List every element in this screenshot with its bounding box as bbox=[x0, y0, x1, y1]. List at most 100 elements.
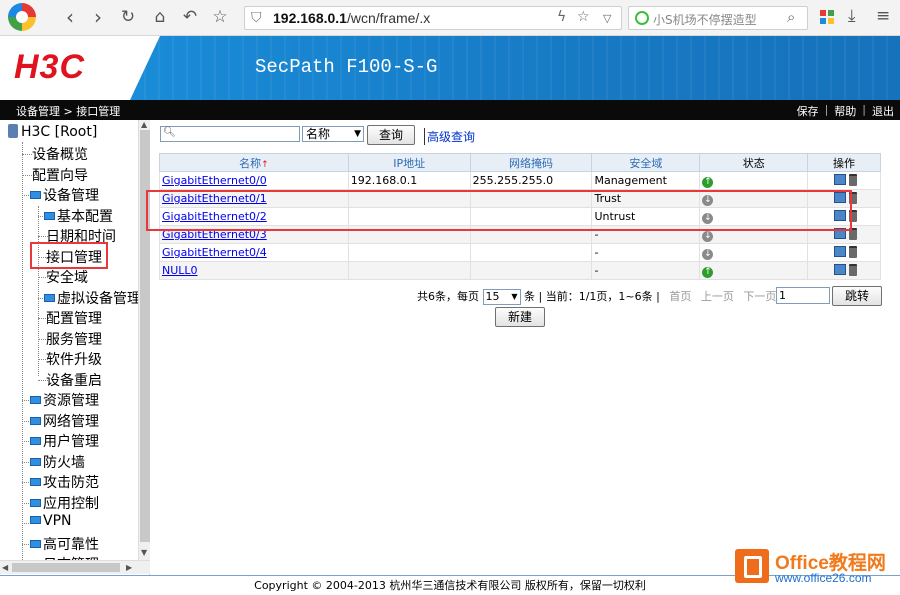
lightning-icon[interactable]: ϟ bbox=[557, 9, 566, 25]
interface-link[interactable]: GigabitEthernet0/4 bbox=[162, 246, 267, 259]
cell-actions bbox=[807, 261, 881, 280]
sidebar-item-14[interactable]: 用户管理 bbox=[30, 431, 99, 451]
help-link[interactable]: 帮助 bbox=[834, 103, 856, 119]
table-row: GigabitEthernet0/0 192.168.0.1 255.255.255… bbox=[159, 171, 881, 190]
sidebar-item-15[interactable]: 防火墙 bbox=[30, 452, 85, 472]
interface-link[interactable]: NULL0 bbox=[162, 264, 198, 277]
dropdown-icon[interactable]: ▽ bbox=[603, 12, 611, 25]
app-header: H3C SecPath F100-S-G bbox=[0, 36, 900, 100]
sidebar-item-13[interactable]: 网络管理 bbox=[30, 411, 99, 431]
column-header-name[interactable]: 名称↑ bbox=[159, 153, 349, 172]
sidebar-item-8[interactable]: 配置管理 bbox=[46, 308, 102, 328]
header-banner bbox=[130, 36, 900, 100]
edit-icon[interactable] bbox=[833, 174, 846, 185]
folder-icon bbox=[44, 293, 55, 302]
folder-icon bbox=[30, 516, 41, 524]
back-icon[interactable]: ‹ bbox=[58, 6, 82, 30]
edit-icon[interactable] bbox=[833, 246, 846, 257]
sidebar-item-12[interactable]: 资源管理 bbox=[30, 390, 99, 410]
sidebar-item-16[interactable]: 攻击防范 bbox=[30, 472, 99, 492]
sort-up-icon: ↑ bbox=[261, 159, 269, 170]
column-header-ip[interactable]: IP地址 bbox=[347, 153, 471, 172]
chevron-down-icon: ▼ bbox=[354, 129, 361, 139]
browser-search-input[interactable]: 小S机场不停摆造型 ⌕ bbox=[628, 6, 808, 30]
tree-root[interactable]: H3C [Root] bbox=[8, 124, 97, 140]
sidebar-item-9[interactable]: 服务管理 bbox=[46, 329, 102, 349]
highlight-box-rows bbox=[146, 190, 852, 231]
cell-mask bbox=[469, 243, 593, 262]
cell-mask: 255.255.255.0 bbox=[469, 171, 593, 190]
sidebar-item-11[interactable]: 设备重启 bbox=[46, 370, 102, 390]
prev-page-link[interactable]: 上一页 bbox=[701, 290, 734, 303]
edit-icon[interactable] bbox=[833, 264, 846, 275]
next-page-link[interactable]: 下一页 bbox=[743, 290, 776, 303]
cell-status: ↑ bbox=[699, 171, 809, 190]
new-button[interactable]: 新建 bbox=[495, 307, 545, 327]
sidebar-item-0[interactable]: 设备概览 bbox=[32, 144, 88, 164]
scroll-thumb[interactable] bbox=[12, 563, 120, 572]
jump-button[interactable]: 跳转 bbox=[832, 286, 882, 306]
sidebar-item-1[interactable]: 配置向导 bbox=[32, 165, 88, 185]
sidebar-item-label: 网络管理 bbox=[43, 413, 99, 430]
interface-link[interactable]: GigabitEthernet0/0 bbox=[162, 174, 267, 187]
table-row: GigabitEthernet0/4 - ↓ bbox=[159, 243, 881, 262]
menu-icon[interactable]: ≡ bbox=[876, 6, 890, 26]
delete-icon[interactable] bbox=[848, 264, 857, 276]
tree-vertical-scrollbar[interactable]: ▲ ▼ bbox=[138, 120, 150, 560]
search-icon[interactable]: ⌕ bbox=[787, 8, 795, 26]
sidebar-item-6[interactable]: 安全域 bbox=[46, 267, 88, 287]
undo-icon[interactable]: ↶ bbox=[178, 6, 202, 30]
sidebar-item-label: 防火墙 bbox=[43, 454, 85, 471]
query-button[interactable]: 查询 bbox=[367, 125, 415, 145]
sidebar-item-label: 高可靠性 bbox=[43, 536, 99, 553]
tree-horizontal-scrollbar[interactable]: ◀ ▶ bbox=[0, 560, 150, 574]
page-number-input[interactable]: 1 bbox=[776, 287, 830, 304]
save-link[interactable]: 保存 bbox=[797, 103, 819, 119]
h3c-logo: H3C bbox=[14, 48, 86, 86]
address-bar[interactable]: ⛉ 192.168.0.1/wcn/frame/.x ϟ ☆ ▽ bbox=[244, 6, 622, 30]
download-icon[interactable]: ⤓ bbox=[848, 6, 856, 26]
logout-link[interactable]: 退出 bbox=[872, 103, 894, 119]
forward-icon[interactable]: › bbox=[86, 6, 110, 30]
separator: | bbox=[824, 103, 829, 116]
column-header-zone[interactable]: 安全域 bbox=[591, 153, 701, 172]
sidebar-item-7[interactable]: 虚拟设备管理 bbox=[44, 288, 141, 308]
tree-root-label: H3C [Root] bbox=[21, 124, 98, 140]
first-page-link[interactable]: 首页 bbox=[669, 290, 691, 303]
star-icon[interactable]: ☆ bbox=[208, 6, 232, 30]
home-icon[interactable]: ⌂ bbox=[148, 6, 172, 30]
folder-icon bbox=[30, 396, 41, 404]
watermark: Office教程网 www.office26.com bbox=[735, 546, 900, 590]
browser-logo-icon[interactable] bbox=[8, 3, 36, 31]
sidebar-item-19[interactable]: 高可靠性 bbox=[30, 534, 99, 554]
sidebar-item-10[interactable]: 软件升级 bbox=[46, 349, 102, 369]
column-header-actions: 操作 bbox=[807, 153, 881, 172]
pager-total: 共6条，每页 bbox=[417, 290, 479, 303]
sidebar-item-label: VPN bbox=[43, 513, 72, 529]
delete-icon[interactable] bbox=[848, 174, 857, 186]
sidebar-item-label: 设备管理 bbox=[43, 188, 99, 204]
sidebar-item-18[interactable]: VPN bbox=[30, 513, 72, 529]
column-header-mask[interactable]: 网络掩码 bbox=[469, 153, 593, 172]
cell-name: GigabitEthernet0/0 bbox=[159, 171, 349, 190]
cell-ip bbox=[347, 243, 471, 262]
advanced-query-link[interactable]: 高级查询 bbox=[424, 128, 475, 145]
sidebar-item-2[interactable]: 设备管理 bbox=[30, 185, 99, 205]
tree-connector bbox=[22, 543, 29, 545]
office-logo-icon bbox=[735, 549, 769, 583]
tree-connector bbox=[22, 441, 29, 442]
apps-icon[interactable] bbox=[820, 10, 834, 24]
sidebar-item-17[interactable]: 应用控制 bbox=[30, 493, 99, 513]
sidebar-item-label: 虚拟设备管理 bbox=[57, 290, 141, 307]
page-size-select[interactable]: 15 ▼ bbox=[482, 289, 521, 305]
query-field-select[interactable]: 名称 ▼ bbox=[302, 126, 364, 142]
favorite-icon[interactable]: ☆ bbox=[577, 9, 590, 25]
cell-ip bbox=[347, 261, 471, 280]
refresh-icon[interactable]: ↻ bbox=[116, 6, 140, 30]
tree-guide-line bbox=[22, 142, 23, 575]
tree-connector bbox=[22, 420, 29, 422]
sidebar-item-3[interactable]: 基本配置 bbox=[44, 206, 113, 226]
query-input[interactable]: 🔍︎ bbox=[160, 126, 300, 142]
folder-icon bbox=[30, 457, 41, 466]
delete-icon[interactable] bbox=[848, 246, 857, 258]
